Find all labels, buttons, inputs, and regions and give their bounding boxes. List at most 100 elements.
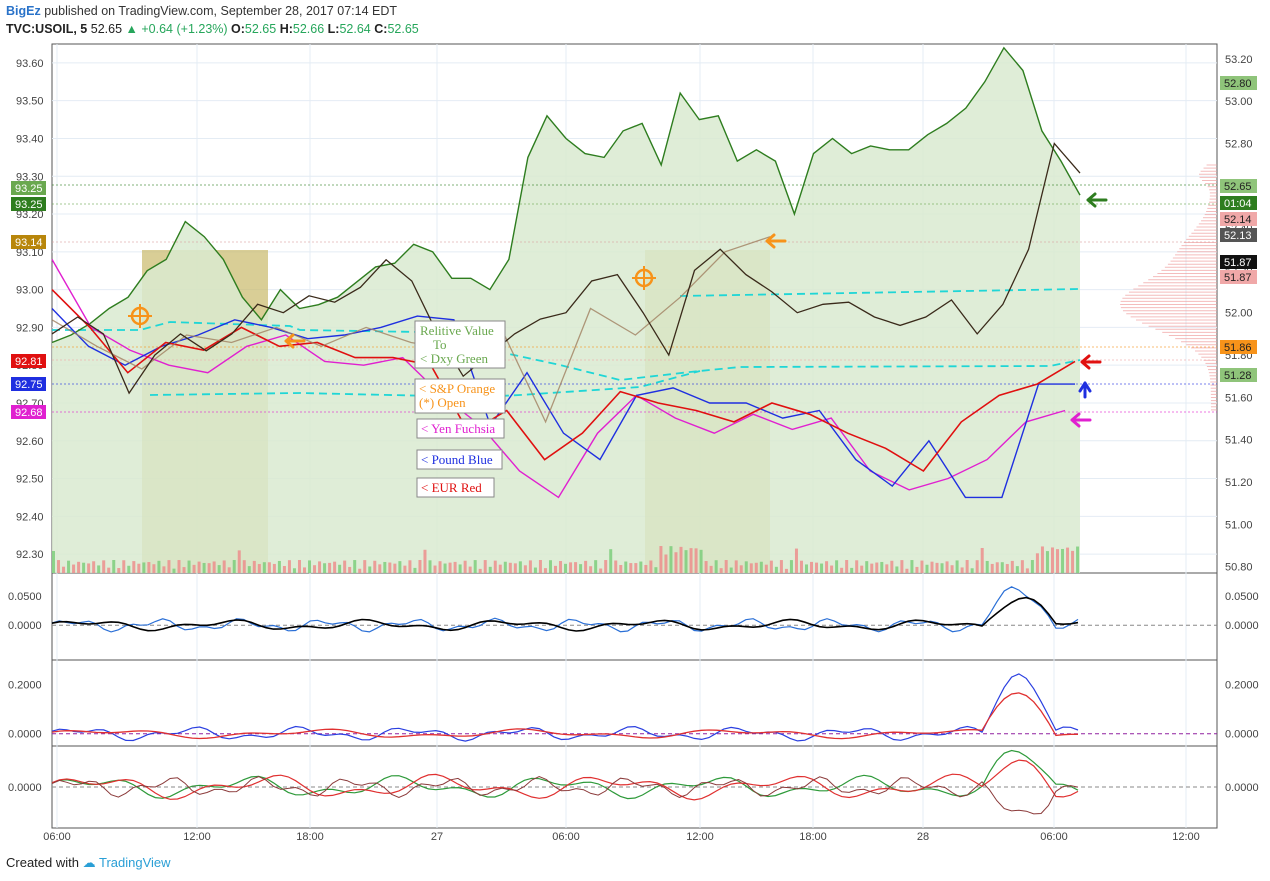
tradingview-brand[interactable]: TradingView	[99, 855, 171, 870]
volume-bar	[67, 560, 71, 573]
volume-bar	[538, 560, 542, 573]
volume-bar	[764, 564, 768, 573]
created-with-text: Created with	[6, 855, 79, 870]
volume-bar	[418, 560, 422, 573]
volume-bar	[513, 563, 517, 573]
volume-bar	[970, 568, 974, 573]
volume-bar	[207, 563, 211, 573]
volume-bar	[769, 560, 773, 573]
volume-bar	[72, 564, 76, 573]
note-pound-text: < Pound Blue	[421, 452, 493, 467]
volume-bar	[1066, 547, 1070, 573]
osc-red-line	[51, 759, 1079, 801]
osc-left-tick: 0.2000	[8, 680, 42, 692]
volume-bar	[52, 551, 55, 573]
note-sp[interactable]: < S&P Orange (*) Open	[414, 378, 506, 414]
left-price-badge-text: 92.81	[15, 356, 43, 368]
volume-bar	[714, 560, 718, 573]
volume-bar	[458, 564, 462, 573]
volume-bar	[222, 560, 226, 573]
osc-right-tick: 0.0500	[1225, 591, 1259, 603]
volume-bar	[1035, 553, 1039, 573]
x-tick-label: 28	[917, 831, 929, 843]
volume-bar	[965, 560, 969, 573]
volume-bar	[473, 560, 477, 573]
right-price-badge-text: 51.87	[1224, 257, 1252, 269]
right-tick-label: 51.60	[1225, 392, 1253, 404]
note-eur-text: < EUR Red	[421, 480, 482, 495]
note-yen[interactable]: < Yen Fuchsia	[416, 418, 505, 439]
volume-bar	[729, 567, 733, 573]
volume-bar	[569, 562, 573, 573]
volume-bar	[789, 560, 793, 573]
tradingview-logo-icon[interactable]: ☁	[83, 855, 96, 870]
volume-bar	[393, 563, 397, 573]
volume-bar	[930, 561, 934, 573]
chart-area[interactable]: Relitive Value To < Dxy Green < S&P Oran…	[0, 0, 1270, 881]
note-sp-line2: (*) Open	[419, 395, 466, 410]
note-dxy[interactable]: Relitive Value To < Dxy Green	[414, 320, 506, 369]
volume-bar	[880, 561, 884, 573]
volume-bar	[82, 562, 86, 573]
volume-bar	[1050, 547, 1054, 573]
volume-bar	[247, 566, 251, 573]
volume-bar	[654, 567, 658, 573]
eur-arrow-icon	[1080, 354, 1102, 370]
volume-bar	[438, 561, 442, 573]
x-tick-label: 06:00	[1040, 831, 1068, 843]
note-pound[interactable]: < Pound Blue	[416, 449, 503, 470]
volume-bar	[523, 565, 527, 573]
volume-bar	[182, 567, 186, 573]
volume-bar	[403, 565, 407, 573]
volume-bar	[845, 560, 849, 573]
volume-bar	[282, 566, 286, 573]
volume-bar	[960, 567, 964, 573]
volume-bar	[659, 546, 663, 573]
volume-bar	[684, 550, 688, 573]
volume-bar	[599, 568, 603, 573]
x-tick-label: 12:00	[686, 831, 714, 843]
volume-bar	[453, 561, 457, 573]
volume-bar	[343, 560, 347, 573]
volume-bar	[554, 565, 557, 573]
volume-bar	[865, 561, 869, 573]
left-tick-label: 92.60	[16, 436, 44, 448]
volume-bar	[87, 563, 91, 573]
volume-bar	[112, 560, 116, 573]
volume-bar	[940, 563, 944, 573]
volume-bar	[328, 562, 332, 573]
volume-bar	[262, 562, 266, 573]
volume-bar	[287, 560, 291, 573]
note-eur[interactable]: < EUR Red	[416, 477, 495, 498]
left-tick-label: 93.50	[16, 96, 44, 108]
volume-bar	[820, 563, 824, 573]
volume-bar	[528, 560, 532, 573]
volume-bar	[137, 563, 141, 573]
volume-bar	[308, 560, 312, 573]
volume-bar	[774, 566, 778, 573]
volume-bar	[252, 560, 256, 573]
osc-left-tick: 0.0000	[8, 729, 42, 741]
volume-profile	[1120, 164, 1217, 411]
x-tick-label: 18:00	[799, 831, 827, 843]
volume-bar	[900, 560, 904, 573]
x-tick-label: 18:00	[296, 831, 324, 843]
volume-bar	[579, 564, 583, 573]
volume-bar	[353, 560, 357, 573]
osc-left-tick: 0.0500	[8, 591, 42, 603]
volume-bar	[779, 560, 783, 573]
volume-bar	[348, 566, 352, 573]
left-tick-label: 93.40	[16, 133, 44, 145]
volume-bar	[187, 560, 191, 573]
volume-bar	[975, 560, 979, 573]
volume-bar	[574, 562, 578, 573]
volume-bar	[679, 546, 683, 573]
volume-bar	[398, 561, 402, 573]
volume-bar	[378, 564, 382, 573]
volume-bar	[483, 560, 487, 573]
volume-bar	[920, 560, 924, 573]
volume-bar	[1056, 549, 1059, 573]
volume-bar	[62, 566, 66, 573]
volume-bar	[77, 561, 81, 573]
volume-bar	[830, 565, 834, 573]
